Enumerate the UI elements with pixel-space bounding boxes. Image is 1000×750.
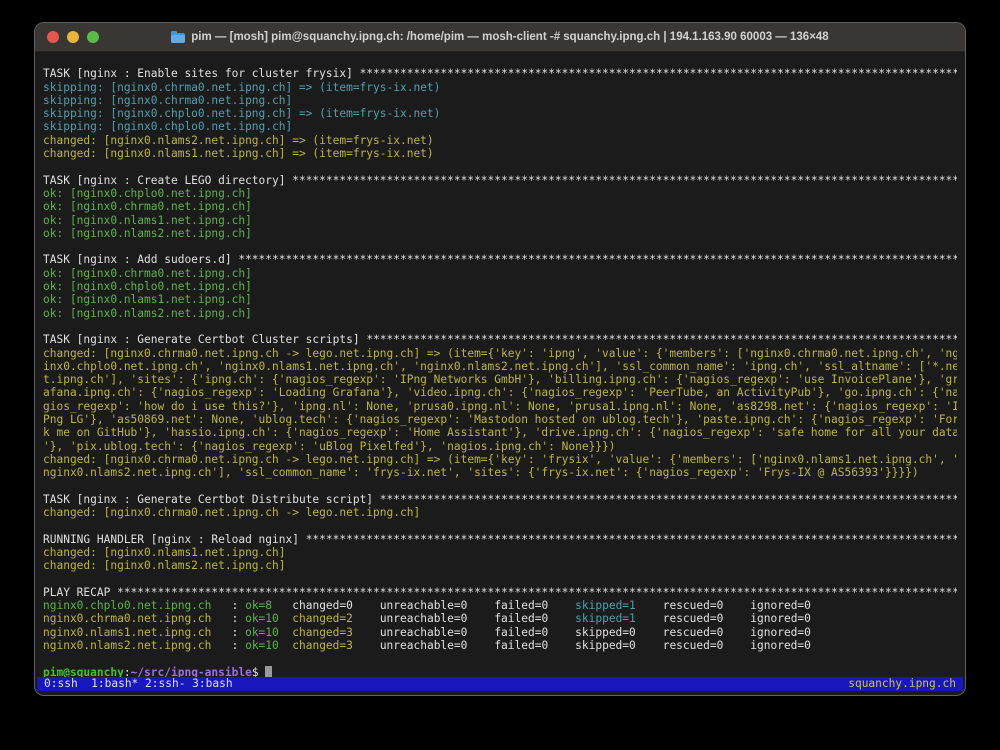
zoom-button[interactable]	[87, 31, 99, 43]
terminal-line: skipping: [nginx0.chrma0.net.ipng.ch]	[43, 94, 957, 107]
traffic-lights	[47, 23, 99, 51]
terminal-line: k me on GitHub'}, 'hassio.ipng.ch': {'na…	[43, 426, 957, 439]
terminal-line: ok: [nginx0.nlams2.net.ipng.ch]	[43, 307, 957, 320]
close-button[interactable]	[47, 31, 59, 43]
terminal-line	[43, 160, 957, 173]
terminal-line: changed: [nginx0.nlams2.net.ipng.ch] => …	[43, 134, 957, 147]
terminal-line	[43, 480, 957, 493]
minimize-button[interactable]	[67, 31, 79, 43]
terminal-line: ok: [nginx0.chrma0.net.ipng.ch]	[43, 200, 957, 213]
tmux-status-bar: 0:ssh 1:bash* 2:ssh- 3:bash squanchy.ipn…	[37, 677, 963, 691]
terminal-line: changed: [nginx0.chrma0.net.ipng.ch -> l…	[43, 347, 957, 360]
terminal-line: nginx0.chplo0.net.ipng.ch : ok=8 changed…	[43, 599, 957, 612]
terminal-output: TASK [nginx : Enable sites for cluster f…	[43, 54, 957, 677]
terminal-line: nginx0.nlams1.net.ipng.ch : ok=10 change…	[43, 626, 957, 639]
terminal-line: ok: [nginx0.chrma0.net.ipng.ch]	[43, 267, 957, 280]
terminal-line	[43, 320, 957, 333]
terminal-line: ok: [nginx0.nlams1.net.ipng.ch]	[43, 214, 957, 227]
tmux-window-list[interactable]: 0:ssh 1:bash* 2:ssh- 3:bash	[44, 677, 233, 691]
title-bar[interactable]: pim — [mosh] pim@squanchy.ipng.ch: /home…	[35, 23, 965, 52]
window-title: pim — [mosh] pim@squanchy.ipng.ch: /home…	[191, 31, 828, 43]
terminal-line: nginx0.nlams2.net.ipng.ch'], 'ssl_common…	[43, 466, 957, 479]
terminal-line: ok: [nginx0.chplo0.net.ipng.ch]	[43, 280, 957, 293]
terminal-line: changed: [nginx0.nlams2.net.ipng.ch]	[43, 559, 957, 572]
terminal-line: PLAY RECAP *****************************…	[43, 586, 957, 599]
tmux-hostname: squanchy.ipng.ch	[848, 677, 956, 691]
terminal-line: changed: [nginx0.nlams1.net.ipng.ch]	[43, 546, 957, 559]
terminal-line: TASK [nginx : Generate Certbot Cluster s…	[43, 333, 957, 346]
terminal-line: skipping: [nginx0.chplo0.net.ipng.ch]	[43, 120, 957, 133]
terminal-line: gios_regexp': 'how do i use this?'}, 'ip…	[43, 400, 957, 413]
terminal-line: inx0.chplo0.net.ipng.ch', 'nginx0.nlams1…	[43, 360, 957, 373]
terminal-line: ok: [nginx0.nlams1.net.ipng.ch]	[43, 293, 957, 306]
terminal-line: Png LG'}, 'as50869.net': None, 'ublog.te…	[43, 413, 957, 426]
terminal-line: TASK [nginx : Enable sites for cluster f…	[43, 67, 957, 80]
terminal-line: TASK [nginx : Generate Certbot Distribut…	[43, 493, 957, 506]
terminal-line: skipping: [nginx0.chrma0.net.ipng.ch] =>…	[43, 81, 957, 94]
terminal-line: changed: [nginx0.nlams1.net.ipng.ch] => …	[43, 147, 957, 160]
terminal-line: changed: [nginx0.chrma0.net.ipng.ch -> l…	[43, 506, 957, 519]
terminal-line	[43, 519, 957, 532]
terminal-line: ok: [nginx0.chplo0.net.ipng.ch]	[43, 187, 957, 200]
terminal-line	[43, 573, 957, 586]
terminal-cursor	[265, 666, 272, 677]
terminal-line: nginx0.nlams2.net.ipng.ch : ok=10 change…	[43, 639, 957, 652]
terminal-line: TASK [nginx : Create LEGO directory] ***…	[43, 174, 957, 187]
terminal-line: TASK [nginx : Add sudoers.d] ***********…	[43, 253, 957, 266]
terminal-line	[43, 652, 957, 665]
terminal-window: pim — [mosh] pim@squanchy.ipng.ch: /home…	[34, 22, 966, 696]
folder-icon	[171, 32, 185, 43]
title-wrap: pim — [mosh] pim@squanchy.ipng.ch: /home…	[171, 31, 828, 43]
terminal-line: nginx0.chrma0.net.ipng.ch : ok=10 change…	[43, 612, 957, 625]
terminal-line: RUNNING HANDLER [nginx : Reload nginx] *…	[43, 533, 957, 546]
terminal-line: t.ipng.ch'], 'sites': {'ipng.ch': {'nagi…	[43, 373, 957, 386]
terminal-line: skipping: [nginx0.chplo0.net.ipng.ch] =>…	[43, 107, 957, 120]
terminal-screen[interactable]: TASK [nginx : Enable sites for cluster f…	[35, 52, 965, 695]
terminal-line: '}, 'pix.ublog.tech': {'nagios_regexp': …	[43, 440, 957, 453]
terminal-line: pim@squanchy:~/src/ipng-ansible$	[43, 666, 957, 677]
terminal-line	[43, 240, 957, 253]
terminal-line: changed: [nginx0.chrma0.net.ipng.ch -> l…	[43, 453, 957, 466]
terminal-line: ok: [nginx0.nlams2.net.ipng.ch]	[43, 227, 957, 240]
terminal-line	[43, 54, 957, 67]
terminal-line: afana.ipng.ch': {'nagios_regexp': 'Loadi…	[43, 386, 957, 399]
